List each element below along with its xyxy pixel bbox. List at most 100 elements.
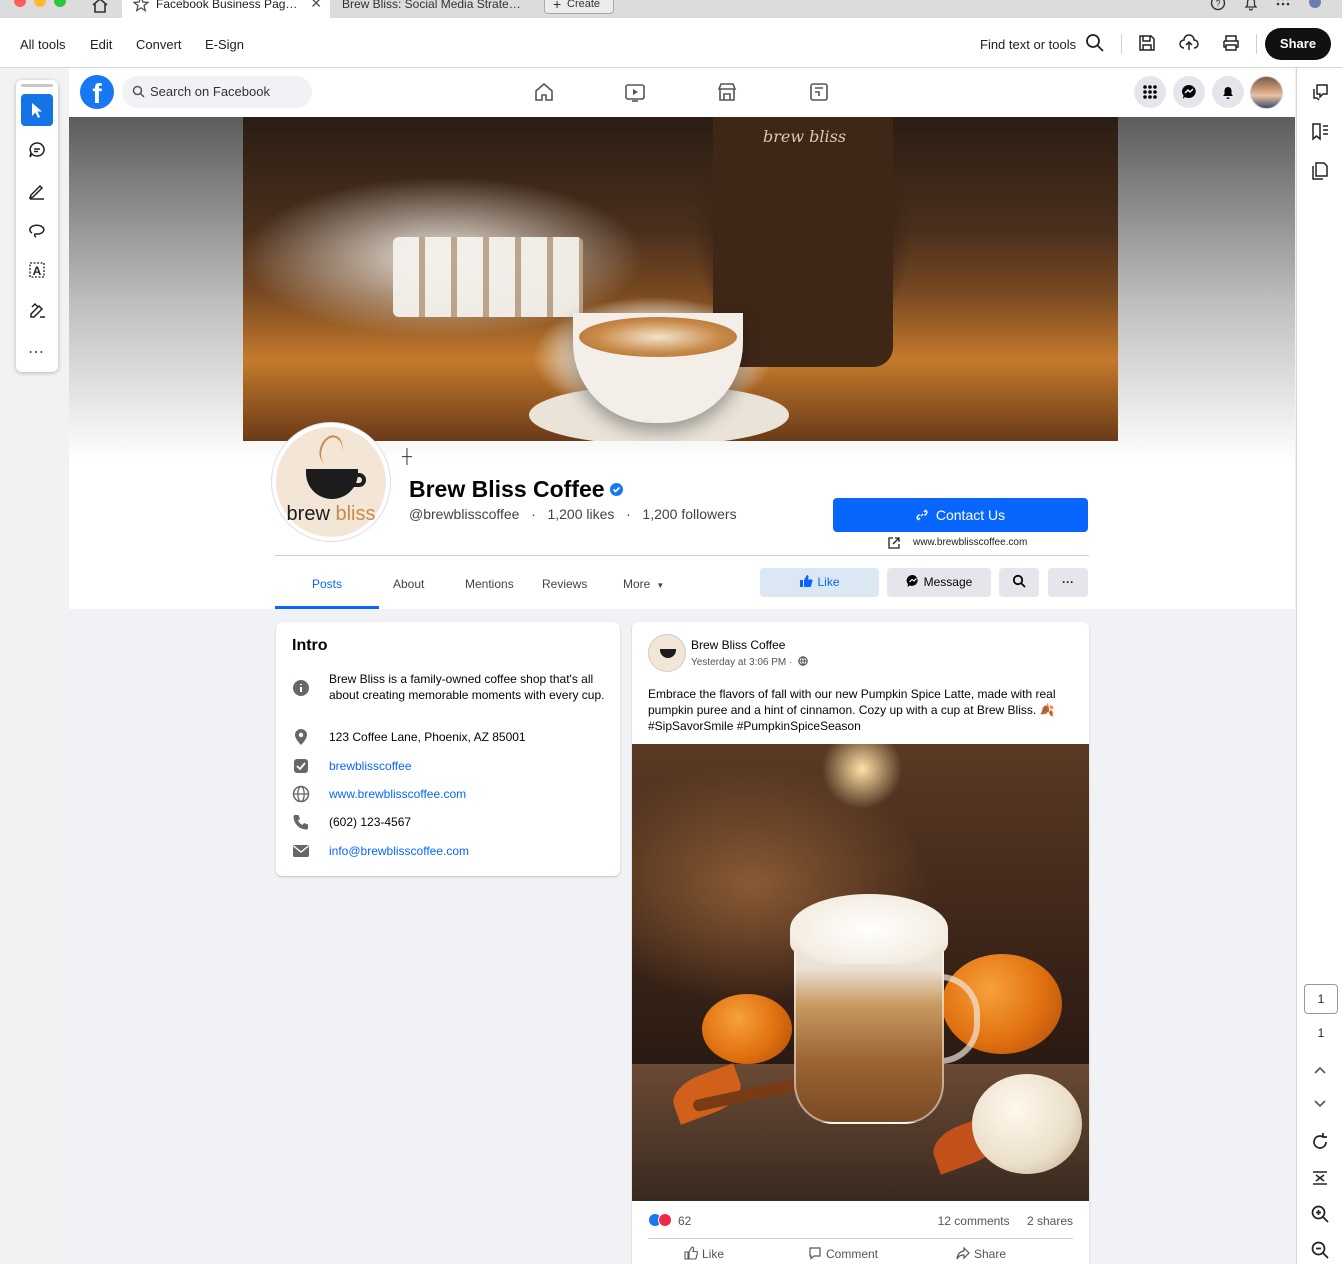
shares-count[interactable]: 2 shares [1027, 1214, 1073, 1228]
bookmarks-icon[interactable] [1309, 121, 1331, 143]
website-link[interactable]: www.brewblisscoffee.com [887, 537, 1028, 549]
post-like-button[interactable]: Like [684, 1246, 724, 1261]
more-tools-icon[interactable]: ⋯ [28, 342, 45, 362]
likes-count[interactable]: 1,200 likes [547, 506, 614, 522]
share-arrow-icon [956, 1246, 970, 1260]
drag-handle[interactable] [21, 84, 53, 87]
toolbar-divider [1256, 34, 1257, 54]
instagram-link[interactable]: brewblisscoffee [329, 758, 609, 774]
bell-icon[interactable] [1242, 0, 1260, 12]
help-icon[interactable]: ? [1209, 0, 1227, 12]
right-panel-rail: 1 1 [1296, 68, 1342, 1264]
more-options-button[interactable]: ··· [1048, 568, 1088, 597]
post-photo[interactable] [632, 744, 1089, 1201]
profile-divider [275, 555, 1089, 556]
post-engagement-counts: 12 comments 2 shares [924, 1214, 1073, 1228]
home-icon[interactable] [90, 0, 110, 14]
select-tool-button[interactable] [21, 94, 53, 126]
website-link[interactable]: www.brewblisscoffee.com [329, 786, 609, 802]
chevron-up-icon[interactable] [1309, 1060, 1331, 1082]
zoom-out-icon[interactable] [1309, 1239, 1331, 1261]
contact-us-button[interactable]: Contact Us [833, 498, 1088, 532]
close-tab-icon[interactable]: ✕ [310, 0, 322, 11]
reactions-summary[interactable]: 62 [648, 1213, 691, 1228]
cloud-upload-icon[interactable] [1178, 32, 1200, 54]
fit-page-icon[interactable] [1309, 1167, 1331, 1189]
signature-pen-icon [30, 302, 45, 318]
phone-icon [292, 813, 310, 831]
notifications-button[interactable] [1212, 76, 1244, 108]
tab-reviews[interactable]: Reviews [542, 577, 587, 591]
video-icon[interactable] [623, 80, 647, 104]
message-button[interactable]: Message [887, 568, 991, 597]
menu-grid-button[interactable] [1134, 76, 1166, 108]
like-page-button[interactable]: Like [760, 568, 879, 597]
tab-mentions[interactable]: Mentions [465, 577, 514, 591]
post-timestamp[interactable]: Yesterday at 3:06 PM · [691, 656, 808, 668]
like-label: Like [817, 575, 840, 589]
email-link[interactable]: info@brewblisscoffee.com [329, 843, 609, 859]
draw-tool-button[interactable] [21, 214, 53, 246]
comment-icon [29, 142, 45, 158]
user-avatar[interactable] [1250, 76, 1283, 109]
zoom-in-icon[interactable] [1309, 1203, 1331, 1225]
menu-convert[interactable]: Convert [136, 37, 182, 52]
save-icon[interactable] [1136, 32, 1158, 54]
highlight-tool-button[interactable] [21, 174, 53, 206]
comments-panel-icon[interactable] [1309, 82, 1331, 104]
globe-icon [798, 656, 808, 666]
tab-facebook-business-page[interactable]: Facebook Business Pag… ✕ [122, 0, 330, 18]
search-placeholder: Search on Facebook [150, 84, 270, 99]
comment-tool-button[interactable] [21, 134, 53, 166]
love-reaction-icon [658, 1213, 672, 1227]
facebook-search-input[interactable]: Search on Facebook [122, 76, 312, 108]
close-window-button[interactable] [14, 0, 26, 7]
menu-all-tools[interactable]: All tools [20, 37, 66, 52]
print-icon[interactable] [1220, 32, 1242, 54]
coffee-cup-icon [660, 649, 676, 658]
mug-row [393, 237, 583, 317]
gaming-icon[interactable] [807, 80, 831, 104]
account-avatar-icon[interactable] [1306, 0, 1324, 12]
share-button[interactable]: Share [1265, 28, 1331, 60]
search-page-button[interactable] [999, 568, 1039, 597]
tab-about[interactable]: About [393, 577, 424, 591]
followers-count[interactable]: 1,200 followers [642, 506, 736, 522]
text-select-tool-button[interactable]: A [21, 254, 53, 286]
tab-social-media-strategy[interactable]: Brew Bliss: Social Media Strate… [334, 0, 534, 18]
cover-photo[interactable]: brew bliss [243, 117, 1118, 441]
minimize-window-button[interactable] [34, 0, 46, 7]
website-url: www.brewblisscoffee.com [913, 537, 1028, 548]
rotate-icon[interactable] [1309, 1131, 1331, 1153]
caret-down-icon: ▼ [656, 581, 665, 590]
copy-pages-icon[interactable] [1309, 160, 1331, 182]
page-profile-picture[interactable]: brew bliss [272, 423, 390, 541]
steam-icon [315, 432, 347, 468]
post-share-button[interactable]: Share [956, 1246, 1006, 1261]
search-icon[interactable] [1084, 32, 1106, 54]
post-avatar[interactable] [648, 634, 686, 672]
tab-posts[interactable]: Posts [312, 577, 342, 591]
find-text-or-tools[interactable]: Find text or tools [980, 37, 1076, 52]
apps-grid-icon[interactable] [1274, 0, 1292, 12]
chevron-down-icon[interactable] [1309, 1092, 1331, 1114]
current-page-input[interactable]: 1 [1304, 984, 1338, 1014]
menu-edit[interactable]: Edit [90, 37, 112, 52]
post-author[interactable]: Brew Bliss Coffee [691, 638, 785, 652]
comments-count[interactable]: 12 comments [938, 1214, 1010, 1228]
facebook-logo-icon[interactable]: f [80, 75, 114, 109]
zoom-window-button[interactable] [54, 0, 66, 7]
page-handle: @brewblisscoffee [409, 506, 520, 522]
messenger-button[interactable] [1173, 76, 1205, 108]
home-icon[interactable] [532, 80, 556, 104]
coffee-cup-icon [306, 469, 358, 499]
menu-esign[interactable]: E-Sign [205, 37, 244, 52]
sign-tool-button[interactable] [21, 294, 53, 326]
search-icon [1012, 575, 1026, 588]
pdf-document-page: f Search on Facebook brew bliss brew bli… [69, 68, 1295, 1264]
create-button[interactable]: + Create [544, 0, 614, 14]
marketplace-icon[interactable] [715, 80, 739, 104]
post-comment-button[interactable]: Comment [808, 1247, 878, 1261]
star-icon[interactable] [132, 0, 150, 12]
tab-more[interactable]: More ▼ [623, 577, 664, 591]
